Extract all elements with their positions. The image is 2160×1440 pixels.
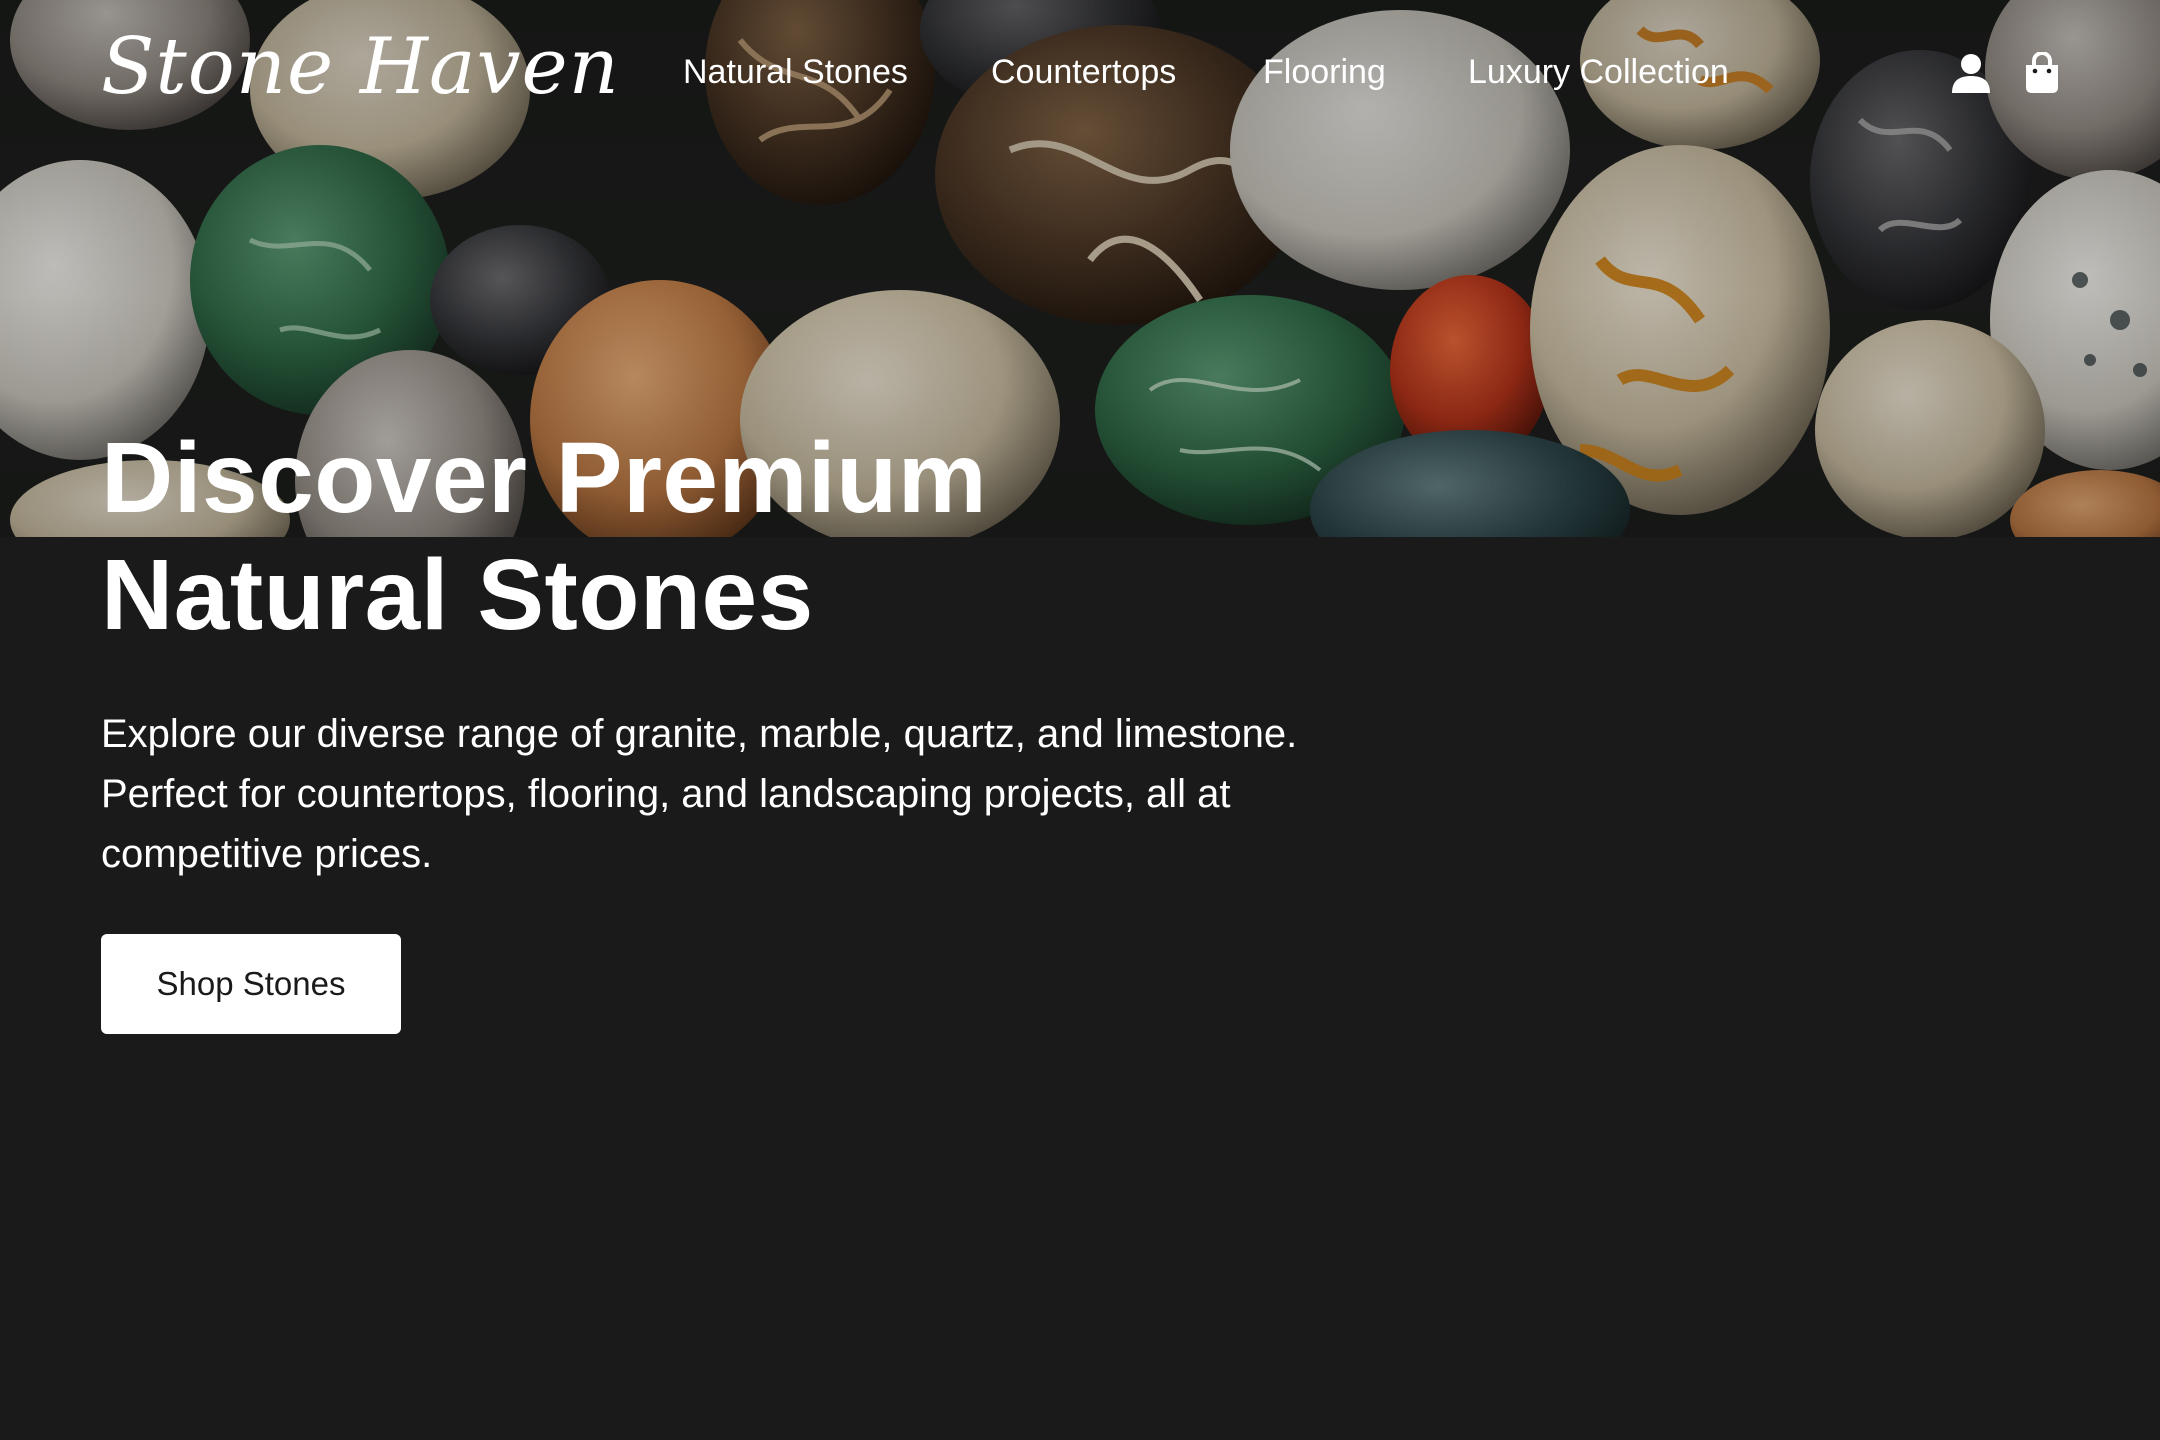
nav-item-natural-stones[interactable]: Natural Stones [683,52,908,92]
hero-description: Explore our diverse range of granite, ma… [101,712,1298,876]
logo[interactable]: Stone Haven [101,28,620,106]
nav-item-flooring[interactable]: Flooring [1263,52,1386,92]
hero-title: Discover Premium Natural Stones [101,420,1401,654]
hero-title-line-2: Natural Stones [101,539,814,651]
hero-title-line-1: Discover Premium [101,422,988,534]
shop-stones-button[interactable]: Shop Stones [101,934,401,1034]
user-icon[interactable] [1950,52,1992,94]
hero-section: Discover Premium Natural Stones Explore … [101,420,1401,1034]
page: Stone Haven Natural Stones Countertops F… [0,0,2160,1440]
shopping-bag-icon[interactable] [2024,51,2066,94]
site-header: Stone Haven Natural Stones Countertops F… [0,0,2160,150]
nav-item-countertops[interactable]: Countertops [991,52,1176,92]
nav-item-luxury-collection[interactable]: Luxury Collection [1468,52,1729,92]
